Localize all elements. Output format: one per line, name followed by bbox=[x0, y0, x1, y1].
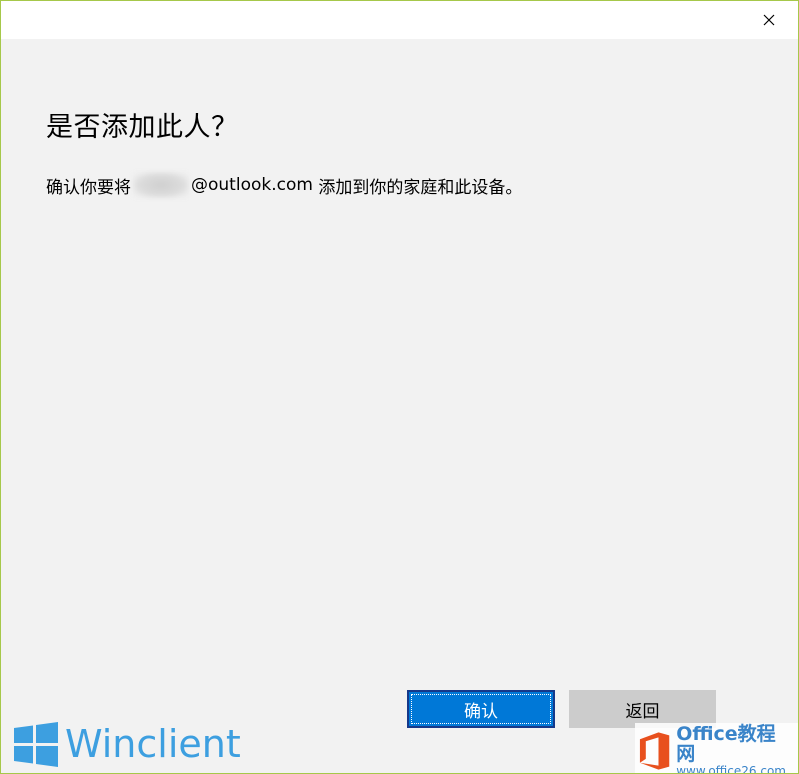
winclient-text: Winclient bbox=[65, 722, 241, 766]
dialog-title: 是否添加此人？ bbox=[46, 112, 239, 143]
dialog-window: 是否添加此人？ 确认你要将 @outlook.com 添加到你的家庭和此设备。 … bbox=[0, 0, 799, 774]
redacted-username bbox=[133, 172, 189, 198]
office26-brand: Office教程网 bbox=[676, 723, 776, 765]
close-button[interactable] bbox=[740, 1, 798, 39]
office26-watermark: Office教程网 www.office26.com bbox=[635, 723, 798, 774]
close-icon bbox=[763, 14, 775, 26]
windows-logo-icon bbox=[14, 722, 58, 767]
message-email: @outlook.com bbox=[191, 175, 313, 195]
confirm-button[interactable]: 确认 bbox=[407, 690, 555, 728]
office-logo-icon bbox=[639, 732, 670, 770]
message-suffix: 添加到你的家庭和此设备。 bbox=[312, 177, 523, 198]
office26-url: www.office26.com bbox=[676, 763, 786, 774]
title-bar bbox=[1, 1, 798, 39]
dialog-message: 确认你要将 @outlook.com 添加到你的家庭和此设备。 bbox=[46, 172, 522, 198]
winclient-watermark: Winclient bbox=[13, 721, 241, 767]
message-prefix: 确认你要将 bbox=[46, 177, 131, 198]
